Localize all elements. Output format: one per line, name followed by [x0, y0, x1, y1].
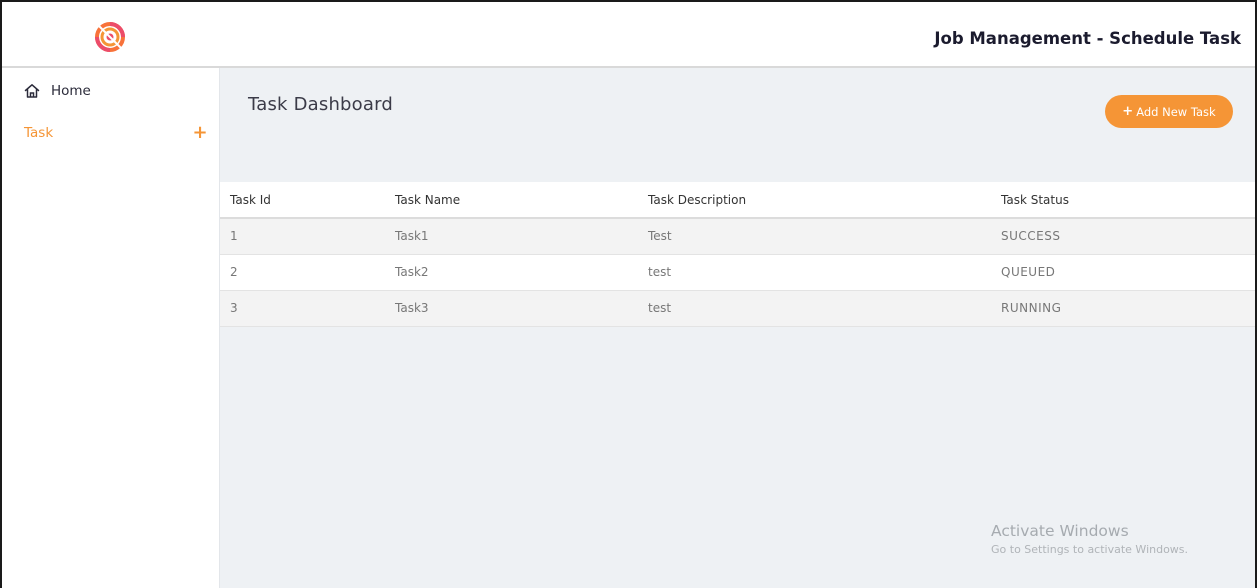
add-new-task-button[interactable]: + Add New Task — [1105, 95, 1233, 128]
plus-icon: + — [1122, 104, 1134, 119]
column-header-task-description[interactable]: Task Description — [648, 182, 1001, 219]
cell-task-name: Task2 — [395, 254, 648, 291]
cell-task-id: 3 — [220, 290, 395, 327]
sidebar: Home Task + — [2, 68, 220, 588]
table-row[interactable]: 2 Task2 test QUEUED — [220, 254, 1255, 291]
sidebar-item-home[interactable]: Home — [24, 83, 91, 99]
top-bar: Job Management - Schedule Task — [2, 2, 1255, 68]
cell-task-description: Test — [648, 218, 1001, 255]
target-logo-icon[interactable] — [95, 22, 125, 52]
column-header-task-status[interactable]: Task Status — [1001, 182, 1255, 219]
column-header-task-id[interactable]: Task Id — [220, 182, 395, 219]
cell-task-id: 2 — [220, 254, 395, 291]
main-content: Task Dashboard + Add New Task Task Id Ta… — [220, 68, 1255, 588]
plus-icon[interactable]: + — [192, 124, 208, 142]
add-button-label: Add New Task — [1136, 104, 1216, 119]
activate-windows-watermark: Activate Windows Go to Settings to activ… — [991, 522, 1188, 556]
sidebar-item-task[interactable]: Task — [24, 125, 53, 141]
cell-task-description: test — [648, 290, 1001, 327]
sidebar-item-label: Task — [24, 125, 54, 141]
table-row[interactable]: 3 Task3 test RUNNING — [220, 290, 1255, 327]
cell-task-status: SUCCESS — [1001, 218, 1255, 255]
home-icon — [24, 84, 40, 98]
column-header-task-name[interactable]: Task Name — [395, 182, 648, 219]
cell-task-name: Task1 — [395, 218, 648, 255]
sidebar-item-label: Home — [51, 83, 91, 99]
cell-task-name: Task3 — [395, 290, 648, 327]
cell-task-description: test — [648, 254, 1001, 291]
table-row[interactable]: 1 Task1 Test SUCCESS — [220, 218, 1255, 255]
cell-task-id: 1 — [220, 218, 395, 255]
watermark-subtitle: Go to Settings to activate Windows. — [991, 543, 1189, 556]
table-header-row: Task Id Task Name Task Description Task … — [220, 182, 1255, 219]
page-title: Task Dashboard — [248, 94, 394, 115]
cell-task-status: QUEUED — [1001, 254, 1255, 291]
cell-task-status: RUNNING — [1001, 290, 1255, 327]
watermark-title: Activate Windows — [991, 522, 1129, 540]
task-table: Task Id Task Name Task Description Task … — [220, 182, 1255, 327]
app-window: Job Management - Schedule Task Home Task… — [0, 0, 1257, 588]
app-title: Job Management - Schedule Task — [934, 29, 1241, 48]
